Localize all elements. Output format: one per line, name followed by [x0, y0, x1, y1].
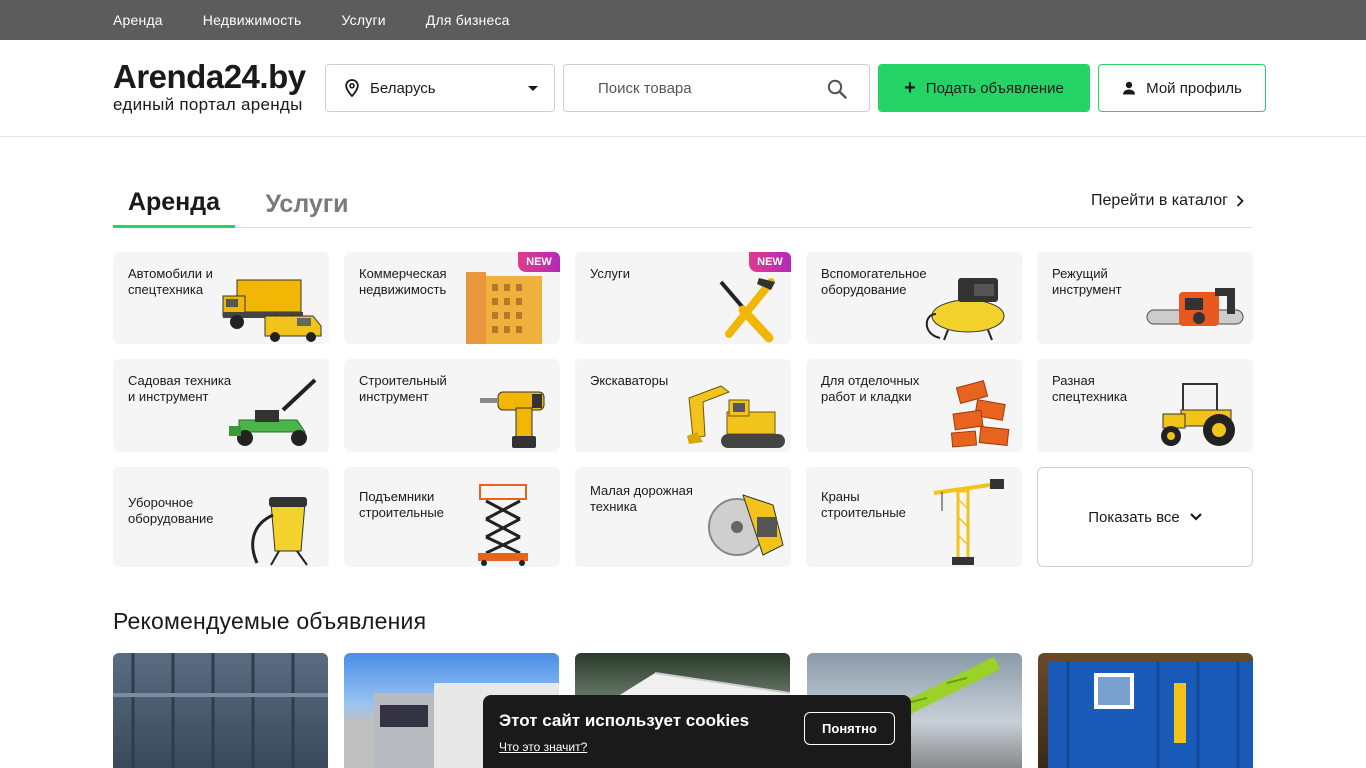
catalog-link-label: Перейти в каталог [1091, 192, 1228, 209]
drill-icon [480, 391, 545, 448]
chevron-down-icon [1190, 513, 1202, 521]
chainsaw-icon [1146, 288, 1244, 326]
category-card[interactable]: Строительный инструмент [344, 359, 560, 452]
search-box [563, 64, 870, 112]
bricks-icon [950, 380, 1010, 448]
category-label: Строительный инструмент [359, 373, 447, 404]
search-input[interactable] [598, 79, 808, 97]
cookie-banner: Этот сайт использует cookies Что это зна… [483, 695, 911, 768]
logo-name: Arenda24.by [113, 58, 306, 95]
category-card[interactable]: Коммерческая недвижимость NEW [344, 252, 560, 344]
lawn-mower-icon [229, 378, 317, 446]
listing-card[interactable] [113, 653, 328, 768]
cookie-accept-button[interactable]: Понятно [804, 712, 895, 745]
category-label: Разная спецтехника [1052, 373, 1128, 404]
category-card[interactable]: Для отделочных работ и кладки [806, 359, 1022, 452]
my-profile-button[interactable]: Мой профиль [1098, 64, 1266, 112]
scissor-lift-icon [478, 484, 528, 566]
category-label: Малая дорожная техника [590, 483, 693, 514]
category-label: Услуги [590, 266, 630, 281]
tab-services[interactable]: Услуги [251, 180, 363, 228]
category-card[interactable]: Садовая техника и инструмент [113, 359, 329, 452]
tools-cross-icon [719, 278, 775, 343]
category-label: Садовая техника и инструмент [128, 373, 232, 404]
my-profile-label: Мой профиль [1146, 79, 1242, 97]
site-header: Arenda24.by единый портал аренды Беларус… [0, 40, 1366, 137]
category-card[interactable]: Подъемники строительные [344, 467, 560, 567]
cookie-info-link[interactable]: Что это значит? [499, 740, 587, 754]
top-navigation: Аренда Недвижимость Услуги Для бизнеса [0, 0, 1366, 40]
catalog-link[interactable]: Перейти в каталог [1091, 192, 1244, 210]
tractor-icon [1161, 383, 1235, 446]
tower-crane-icon [933, 479, 1005, 565]
excavator-icon [687, 385, 785, 448]
recommended-title: Рекомендуемые объявления [113, 608, 427, 634]
category-label: Вспомогательное оборудование [821, 266, 927, 297]
category-label: Краны строительные [821, 489, 906, 520]
cookie-text: Этот сайт использует cookies [499, 711, 750, 730]
vacuum-cleaner-icon [251, 497, 308, 566]
category-card[interactable]: Экскаваторы [575, 359, 791, 452]
plus-icon: + [904, 77, 916, 99]
category-tabs: Аренда Услуги Перейти в каталог [113, 180, 1252, 228]
site-logo[interactable]: Arenda24.by единый портал аренды [113, 58, 306, 113]
building-icon [466, 272, 542, 344]
road-saw-icon [708, 494, 784, 556]
topnav-link-services[interactable]: Услуги [342, 12, 386, 28]
category-card[interactable]: Вспомогательное оборудование [806, 252, 1022, 344]
show-all-label: Показать все [1088, 508, 1180, 526]
topnav-link-business[interactable]: Для бизнеса [426, 12, 510, 28]
logo-tagline: единый портал аренды [113, 95, 303, 114]
category-label: Для отделочных работ и кладки [821, 373, 920, 404]
chevron-down-icon [528, 86, 538, 91]
category-card[interactable]: Уборочное оборудование [113, 467, 329, 567]
category-card[interactable]: Малая дорожная техника [575, 467, 791, 567]
search-icon[interactable] [827, 79, 847, 99]
category-card[interactable]: Краны строительные [806, 467, 1022, 567]
blue-container-image [1048, 661, 1253, 768]
container-doors-image [113, 653, 328, 768]
category-card[interactable]: Услуги NEW [575, 252, 791, 344]
chevron-right-icon [1236, 195, 1244, 207]
dump-truck-icon [222, 279, 322, 342]
post-ad-button[interactable]: + Подать объявление [878, 64, 1090, 112]
new-badge: NEW [749, 252, 791, 272]
compressor-icon [925, 278, 1005, 341]
category-card[interactable]: Автомобили и спецтехника [113, 252, 329, 344]
listing-card[interactable] [1038, 653, 1253, 768]
tab-rent[interactable]: Аренда [113, 180, 235, 228]
post-ad-label: Подать объявление [925, 79, 1064, 97]
category-label: Подъемники строительные [359, 489, 444, 520]
user-icon [1123, 81, 1136, 95]
show-all-button[interactable]: Показать все [1037, 467, 1253, 567]
region-select[interactable]: Беларусь [325, 64, 555, 112]
topnav-link-realty[interactable]: Недвижимость [203, 12, 302, 28]
location-pin-icon [345, 79, 359, 97]
category-label: Уборочное оборудование [128, 495, 214, 526]
topnav-link-rent[interactable]: Аренда [113, 12, 163, 28]
category-card[interactable]: Разная спецтехника [1037, 359, 1253, 452]
category-card[interactable]: Режущий инструмент [1037, 252, 1253, 344]
region-value: Беларусь [370, 79, 436, 97]
